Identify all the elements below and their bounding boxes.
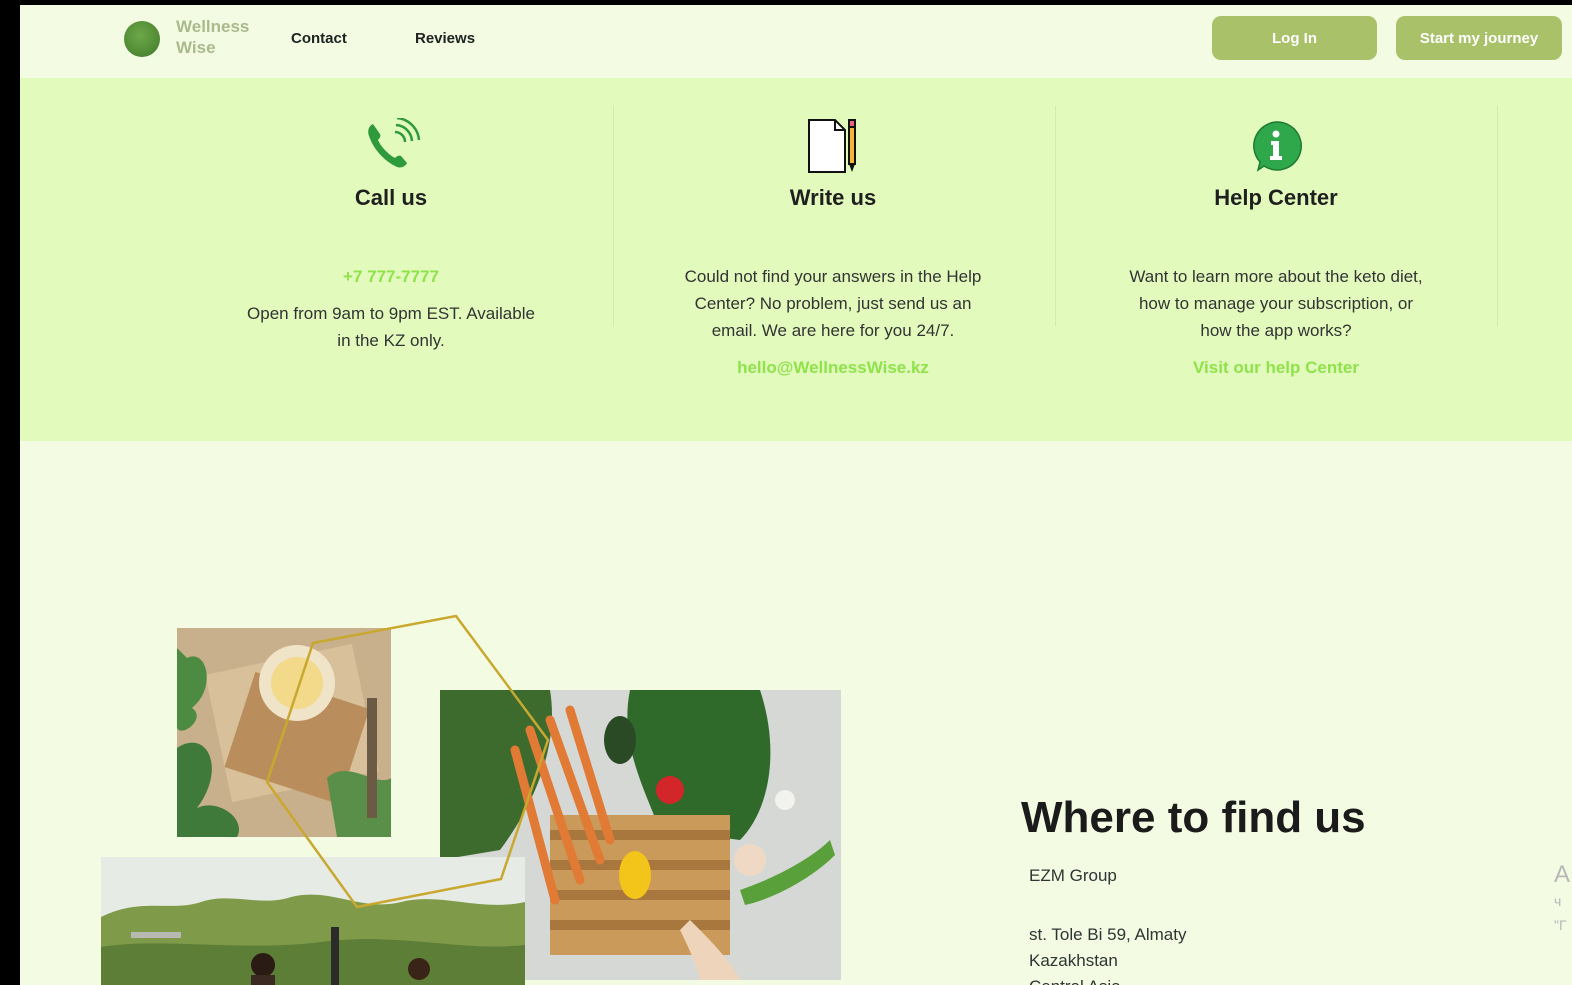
address-line: st. Tole Bi 59, Almaty xyxy=(1029,925,1187,944)
page: Wellness Wise Contact Reviews Log In Sta… xyxy=(20,5,1572,985)
edge-text-fragment: А xyxy=(1554,861,1571,888)
edge-text-fragment: ч xyxy=(1554,893,1562,909)
address-line: Central Asia xyxy=(1029,974,1186,985)
company-name: EZM Group xyxy=(1029,866,1117,885)
address-block: st. Tole Bi 59, Almaty Kazakhstan Centra… xyxy=(1029,922,1186,985)
address-line: Kazakhstan xyxy=(1029,951,1118,970)
edge-text-fragment: "Г xyxy=(1554,917,1567,933)
where-to-find-us-title: Where to find us xyxy=(1021,793,1366,842)
